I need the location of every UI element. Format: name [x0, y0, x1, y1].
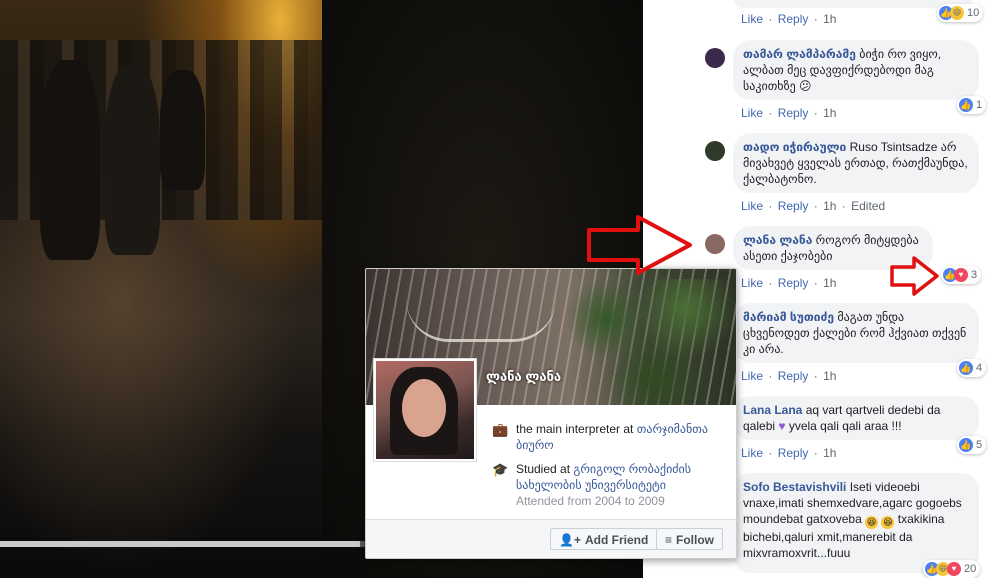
- avatar[interactable]: [705, 48, 725, 68]
- comment-author[interactable]: Sofo Bestavishvili: [743, 480, 846, 494]
- comment-bubble: მარიამ სუთიძე მაგათ უნდა ცხვენოდეთ ქალებ…: [733, 303, 979, 363]
- comment-text-continued: yvela qali qali araa !!!: [785, 419, 902, 433]
- attended-years: Attended from 2004 to 2009: [516, 494, 665, 508]
- add-friend-icon: 👤+: [559, 533, 581, 547]
- comment-bubble: Sofo Bestavishvili Iseti videoebi vnaxe,…: [733, 473, 979, 573]
- reaction-summary[interactable]: 👍 4: [957, 359, 987, 377]
- follow-label: Follow: [676, 533, 715, 547]
- like-link[interactable]: Like: [741, 12, 763, 26]
- rss-icon: ≡: [665, 533, 673, 547]
- laughing-emoji-icon: 😆: [881, 516, 895, 529]
- like-link[interactable]: Like: [741, 446, 763, 460]
- add-friend-label: Add Friend: [584, 533, 649, 547]
- reaction-count: 1: [976, 99, 983, 111]
- plants-image: [566, 279, 736, 405]
- comment-actions: Like · Reply · 1h: [741, 369, 837, 383]
- purple-heart-icon: ♥: [778, 419, 786, 433]
- work-prefix: the main interpreter at: [516, 422, 637, 436]
- reaction-summary[interactable]: 👍 😆 ♥ 20: [923, 560, 981, 578]
- comment-time[interactable]: 1h: [823, 276, 836, 290]
- love-reaction-icon: ♥: [954, 268, 968, 282]
- like-reaction-icon: 👍: [959, 98, 973, 112]
- reaction-summary[interactable]: 👍 ♥ 3: [941, 266, 982, 284]
- comment-author[interactable]: მარიამ სუთიძე: [743, 310, 834, 324]
- person-figure: [40, 60, 100, 260]
- reply-link[interactable]: Reply: [778, 446, 809, 460]
- like-link[interactable]: Like: [741, 199, 763, 213]
- comment-bubble: Lana Lana aq vart qartveli dedebi da qal…: [733, 396, 979, 440]
- profile-name[interactable]: ლანა ლანა: [486, 369, 561, 385]
- education-text: Studied at გრიგოლ რობაქიძის სახელობის უნ…: [516, 461, 726, 509]
- video-scene: [0, 0, 322, 578]
- comment-actions: Like · Reply · 1h: [741, 106, 837, 120]
- reply-link[interactable]: Reply: [778, 276, 809, 290]
- like-link[interactable]: Like: [741, 276, 763, 290]
- haha-reaction-icon: 😆: [950, 6, 964, 20]
- profile-hovercard: ლანა ლანა 💼 the main interpreter at თარჯ…: [365, 268, 737, 559]
- comment-author[interactable]: Lana Lana: [743, 403, 802, 417]
- person-figure: [105, 65, 160, 255]
- reaction-count: 5: [976, 439, 983, 451]
- add-friend-button[interactable]: 👤+ Add Friend: [550, 528, 658, 550]
- comment-time[interactable]: 1h: [823, 106, 836, 120]
- comment-time[interactable]: 1h: [823, 446, 836, 460]
- profile-photo-face: [402, 379, 446, 437]
- like-link[interactable]: Like: [741, 106, 763, 120]
- comment-author[interactable]: ლანა ლანა: [743, 233, 812, 247]
- person-figure: [160, 70, 205, 190]
- profile-photo-image: [376, 361, 474, 459]
- red-arrow-annotation: [587, 215, 692, 275]
- work-text: the main interpreter at თარჯიმანთა ბიურო: [516, 421, 726, 453]
- reaction-summary[interactable]: 👍 😆 10: [937, 4, 984, 22]
- comment-bubble: თადო იჭირაული Ruso Tsintsadze არ მივახვე…: [733, 133, 979, 193]
- avatar[interactable]: [705, 234, 725, 254]
- red-arrow-annotation: [890, 256, 939, 296]
- edited-label[interactable]: Edited: [851, 199, 885, 213]
- like-reaction-icon: 👍: [959, 438, 973, 452]
- love-reaction-icon: ♥: [947, 562, 961, 576]
- comment-time[interactable]: 1h: [823, 199, 836, 213]
- follow-button[interactable]: ≡ Follow: [656, 528, 724, 550]
- comment-time[interactable]: 1h: [823, 12, 836, 26]
- reaction-count: 10: [967, 7, 980, 19]
- video-progress-played: [0, 541, 360, 547]
- reply-link[interactable]: Reply: [778, 369, 809, 383]
- profile-picture[interactable]: [373, 358, 477, 462]
- like-link[interactable]: Like: [741, 369, 763, 383]
- graduation-cap-icon: 🎓: [492, 462, 509, 477]
- reply-link[interactable]: Reply: [778, 12, 809, 26]
- reaction-count: 4: [976, 362, 983, 374]
- comment-author[interactable]: თამარ ლამპარამე: [743, 47, 856, 61]
- comment-bubble: [733, 0, 973, 8]
- reply-link[interactable]: Reply: [778, 199, 809, 213]
- comment-author[interactable]: თადო იჭირაული: [743, 140, 846, 154]
- comment-actions: Like · Reply · 1h: [741, 12, 837, 26]
- comment-actions: Like · Reply · 1h: [741, 446, 837, 460]
- briefcase-icon: 💼: [492, 422, 509, 437]
- study-prefix: Studied at: [516, 462, 574, 476]
- reaction-summary[interactable]: 👍 1: [957, 96, 987, 114]
- comment-actions: Like · Reply · 1h: [741, 276, 837, 290]
- hammock-image: [406, 299, 556, 342]
- reaction-count: 20: [964, 563, 977, 575]
- like-reaction-icon: 👍: [959, 361, 973, 375]
- avatar[interactable]: [705, 141, 725, 161]
- reaction-count: 3: [971, 269, 978, 281]
- comment-bubble: თამარ ლამპარამე ბიჭი რო ვიყო, ალბათ მეც …: [733, 40, 979, 100]
- reply-link[interactable]: Reply: [778, 106, 809, 120]
- comment-actions: Like · Reply · 1h · Edited: [741, 199, 886, 213]
- comment-time[interactable]: 1h: [823, 369, 836, 383]
- hovercard-footer: 👤+ Add Friend ≡ Follow: [366, 519, 736, 558]
- laughing-emoji-icon: 😆: [865, 516, 879, 529]
- reaction-summary[interactable]: 👍 5: [957, 436, 987, 454]
